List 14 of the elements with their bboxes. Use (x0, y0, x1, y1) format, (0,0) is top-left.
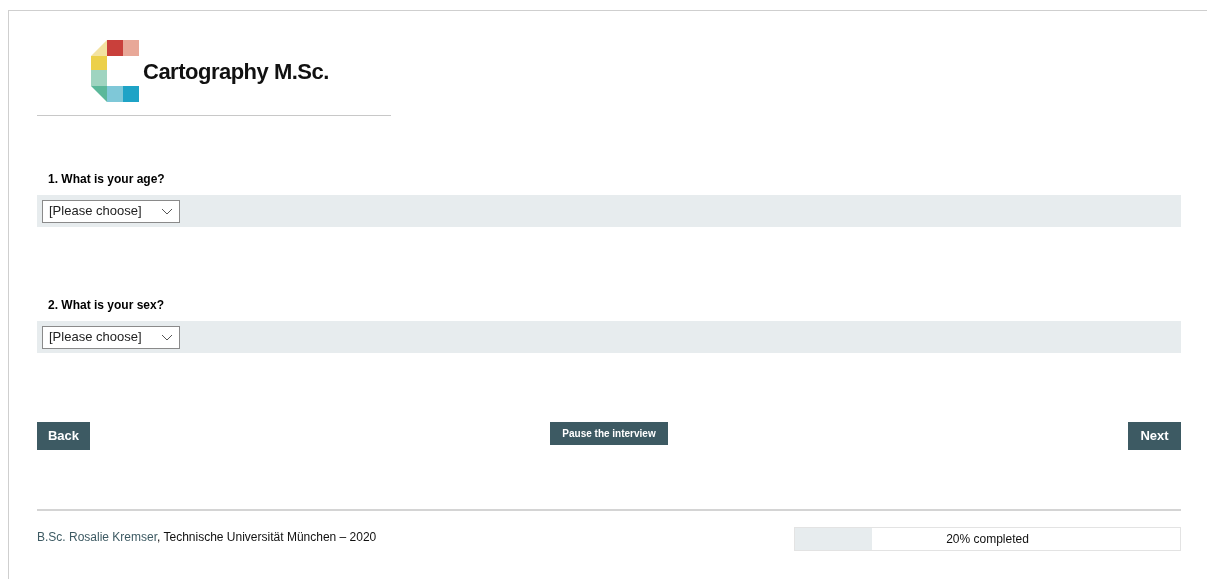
progress-text: 20% completed (945, 531, 1030, 548)
dropdown-select[interactable]: [Please choose] (42, 199, 180, 223)
back-button[interactable]: Back (37, 422, 90, 450)
dropdown-select[interactable]: [Please choose] (42, 325, 180, 349)
chevron-down-icon (161, 333, 173, 341)
question-label: 2. What is your sex? (47, 297, 166, 314)
pause-button[interactable]: Pause the interview (550, 422, 668, 445)
question-label: 1. What is your age? (47, 171, 166, 188)
logo-text: Cartography M.Sc. (143, 57, 329, 86)
next-button[interactable]: Next (1128, 422, 1181, 450)
chevron-down-icon (161, 207, 173, 215)
author-link[interactable]: B.Sc. Rosalie Kremser (37, 530, 158, 544)
footer-credit: B.Sc. Rosalie Kremser, Technische Universität München – 2020 (37, 529, 377, 546)
logo-icon (91, 40, 139, 102)
